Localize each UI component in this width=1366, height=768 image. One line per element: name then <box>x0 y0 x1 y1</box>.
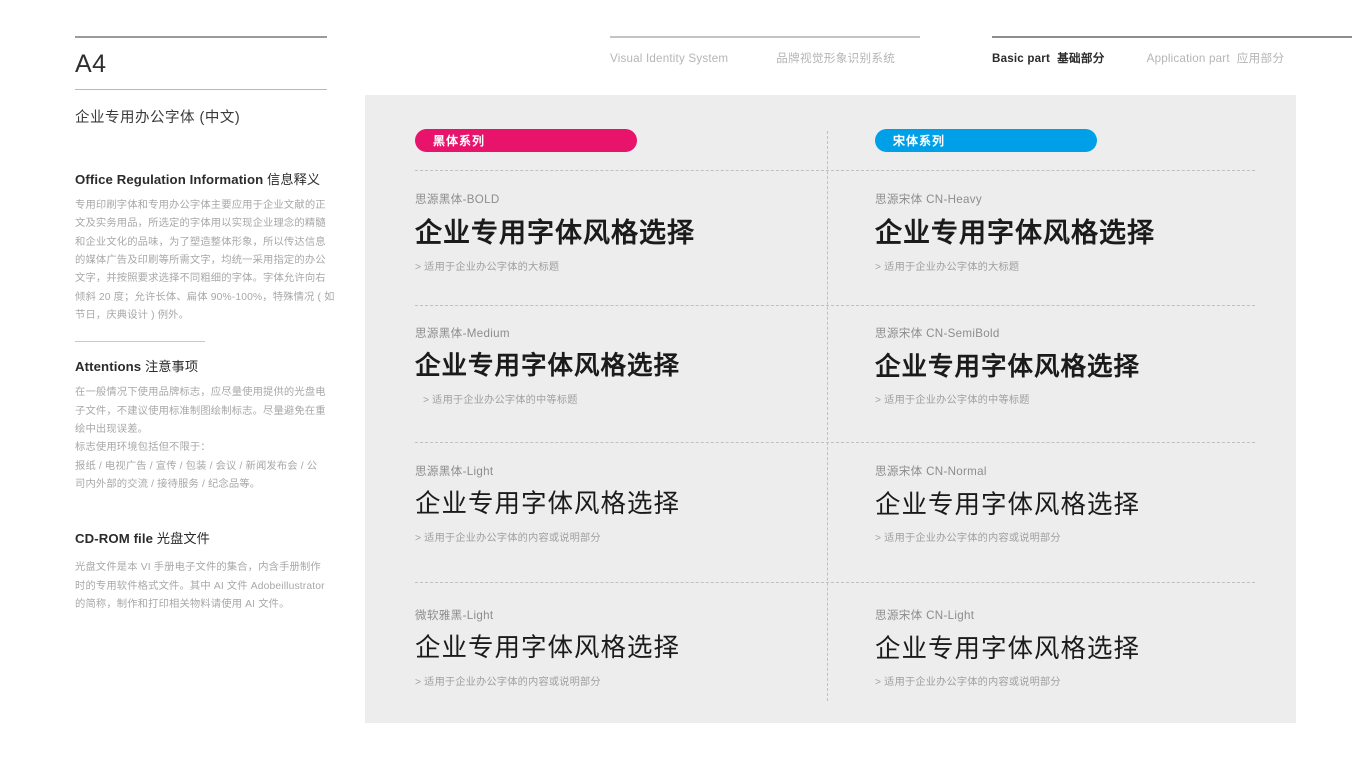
font-usage-note: > 适用于企业办公字体的大标题 <box>415 262 560 274</box>
font-sample-row: 思源宋体 CN-Heavy 企业专用字体风格选择 > 适用于企业办公字体的大标题 <box>875 191 1295 273</box>
header-system-title: Visual Identity System <box>610 52 728 65</box>
font-sample-grid: 思源黑体-BOLD 企业专用字体风格选择 > 适用于企业办公字体的大标题 思源黑… <box>365 95 1296 723</box>
body-line: 绘中出现误差。 <box>75 423 149 435</box>
font-sample-text: 企业专用字体风格选择 <box>875 490 1141 519</box>
section-heading-en: Attentions <box>75 359 142 375</box>
nav-tab-basic-part-en: Basic part <box>992 52 1051 65</box>
font-name-label: 思源宋体 CN-Heavy <box>875 193 982 206</box>
font-usage-note: > 适用于企业办公字体的内容或说明部分 <box>415 532 601 544</box>
font-usage-note: > 适用于企业办公字体的中等标题 <box>875 394 1030 406</box>
body-line: 倾斜 20 度；允许长体、扁体 90%-100%，特殊情况 ( 如 <box>75 291 335 303</box>
nav-tab-basic-part-cn: 基础部分 <box>1057 52 1105 65</box>
body-line: 节日，庆典设计 ) 例外。 <box>75 309 190 321</box>
vi-manual-page: A4 企业专用办公字体 (中文) Office Regulation Infor… <box>0 0 1366 768</box>
font-sample-text: 企业专用字体风格选择 <box>875 634 1141 663</box>
header-nav: Basic part 基础部分 Application part 应用部分 <box>992 36 1352 66</box>
section-heading-cn: 注意事项 <box>144 359 199 375</box>
section-heading-cn: 信息释义 <box>267 172 321 187</box>
font-name-label: 思源黑体-BOLD <box>415 193 500 206</box>
section-heading-en: Office Regulation Information <box>75 172 264 187</box>
font-sample-row: 思源宋体 CN-Light 企业专用字体风格选择 > 适用于企业办公字体的内容或… <box>875 607 1295 688</box>
body-line: 光盘文件是本 VI 手册电子文件的集合，内含手册制作 <box>75 562 321 574</box>
font-sample-row: 思源黑体-Light 企业专用字体风格选择 > 适用于企业办公字体的内容或说明部… <box>415 463 835 544</box>
font-sample-row: 思源宋体 CN-Normal 企业专用字体风格选择 > 适用于企业办公字体的内容… <box>875 463 1295 544</box>
body-line: 子文件，不建议使用标准制图绘制标志。尽量避免在重 <box>75 405 326 417</box>
page-title: A4 <box>75 50 107 78</box>
section-body: 在一般情况下使用品牌标志，应尽量使用提供的光盘电 子文件，不建议使用标准制图绘制… <box>75 384 327 494</box>
header-nav-row: Basic part 基础部分 Application part 应用部分 <box>992 38 1352 66</box>
nav-tab-basic-part[interactable]: Basic part 基础部分 <box>992 50 1105 66</box>
body-line: 司内外部的交流 / 接待服务 / 纪念品等。 <box>75 478 261 490</box>
body-line: 标志使用环境包括但不限于： <box>75 442 211 454</box>
sidebar-divider <box>75 341 205 343</box>
font-sample-text: 企业专用字体风格选择 <box>415 634 681 662</box>
font-usage-note: > 适用于企业办公字体的内容或说明部分 <box>415 676 601 688</box>
body-line: 的媒体广告及印刷等所需文字，均统一采用指定的办公 <box>75 254 326 266</box>
sidebar: A4 企业专用办公字体 (中文) Office Regulation Infor… <box>75 36 335 614</box>
font-sample-text: 企业专用字体风格选择 <box>875 352 1141 381</box>
section-body: 专用印刷字体和专用办公字体主要应用于企业文献的正 文及实务用品，所选定的字体用以… <box>75 197 335 325</box>
section-heading: Office Regulation Information 信息释义 <box>75 169 327 188</box>
body-line: 在一般情况下使用品牌标志，应尽量使用提供的光盘电 <box>75 387 326 399</box>
nav-tab-application-part[interactable]: Application part 应用部分 <box>1147 50 1285 66</box>
section-heading: CD-ROM file 光盘文件 <box>75 528 327 547</box>
font-name-label: 思源宋体 CN-Normal <box>875 465 987 478</box>
font-sample-text: 企业专用字体风格选择 <box>415 490 681 518</box>
section-heading-cn: 光盘文件 <box>156 531 210 547</box>
font-name-label: 思源宋体 CN-SemiBold <box>875 327 1000 340</box>
font-sample-row: 思源宋体 CN-SemiBold 企业专用字体风格选择 > 适用于企业办公字体的… <box>875 325 1295 406</box>
body-line: 专用印刷字体和专用办公字体主要应用于企业文献的正 <box>75 200 326 211</box>
font-sample-text: 企业专用字体风格选择 <box>415 218 695 248</box>
body-line: 和企业文化的品味，为了塑造整体形象，所以传达信息 <box>75 236 326 248</box>
font-sample-text: 企业专用字体风格选择 <box>415 352 681 380</box>
body-line: 时的专用软件格式文件。其中 AI 文件 Adobeillustrator <box>75 580 325 592</box>
font-sample-row: 微软雅黑-Light 企业专用字体风格选择 > 适用于企业办公字体的内容或说明部… <box>415 607 835 688</box>
font-name-label: 思源黑体-Medium <box>415 327 510 340</box>
font-sample-text: 企业专用字体风格选择 <box>875 218 1155 248</box>
font-name-label: 思源黑体-Light <box>415 465 494 478</box>
section-attentions: Attentions 注意事项 在一般情况下使用品牌标志，应尽量使用提供的光盘电… <box>75 356 327 494</box>
font-usage-note: > 适用于企业办公字体的大标题 <box>875 262 1020 274</box>
font-showcase-panel: 黑体系列 宋体系列 思源黑体-BOLD 企业专用字体风格选择 > 适用于企业办公… <box>365 95 1296 723</box>
font-usage-note: > 适用于企业办公字体的内容或说明部分 <box>875 532 1061 544</box>
sidebar-mid-rule <box>75 89 327 90</box>
header-system-title-cn: 品牌视觉形象识别系统 <box>776 52 896 65</box>
section-heading-en: CD-ROM file <box>75 531 154 547</box>
body-line: 文字，并按照要求选择不同粗细的字体。字体允许向右 <box>75 273 326 285</box>
font-usage-note: > 适用于企业办公字体的内容或说明部分 <box>875 676 1061 688</box>
font-sample-row: 思源黑体-Medium 企业专用字体风格选择 > 适用于企业办公字体的中等标题 <box>415 325 835 406</box>
sidebar-subtitle: 企业专用办公字体 (中文) <box>75 110 241 126</box>
body-line: 报纸 / 电视广告 / 宣传 / 包装 / 会议 / 新闻发布会 / 公 <box>75 460 318 472</box>
section-body: 光盘文件是本 VI 手册电子文件的集合，内含手册制作 时的专用软件格式文件。其中… <box>75 559 327 614</box>
section-heading: Attentions 注意事项 <box>75 356 327 375</box>
nav-tab-application-part-en: Application part <box>1146 52 1230 65</box>
section-cdrom-file: CD-ROM file 光盘文件 光盘文件是本 VI 手册电子文件的集合，内含手… <box>75 528 327 614</box>
font-name-label: 微软雅黑-Light <box>415 609 494 622</box>
header-title-row: Visual Identity System 品牌视觉形象识别系统 <box>610 38 920 66</box>
header-title-block: Visual Identity System 品牌视觉形象识别系统 <box>610 36 920 66</box>
body-line: 文及实务用品，所选定的字体用以实现企业理念的精髓 <box>75 218 326 230</box>
font-name-label: 思源宋体 CN-Light <box>875 609 975 622</box>
nav-tab-application-part-cn: 应用部分 <box>1236 52 1285 65</box>
font-usage-note: > 适用于企业办公字体的中等标题 <box>423 394 578 406</box>
header-system-title-en: Visual Identity System <box>610 52 729 65</box>
body-line: 的简称，制作和打印相关物料请使用 AI 文件。 <box>75 598 290 610</box>
font-sample-row: 思源黑体-BOLD 企业专用字体风格选择 > 适用于企业办公字体的大标题 <box>415 191 835 273</box>
header-system-title-cn-wrap: 品牌视觉形象识别系统 <box>776 50 895 66</box>
section-office-regulation: Office Regulation Information 信息释义 专用印刷字… <box>75 169 335 325</box>
